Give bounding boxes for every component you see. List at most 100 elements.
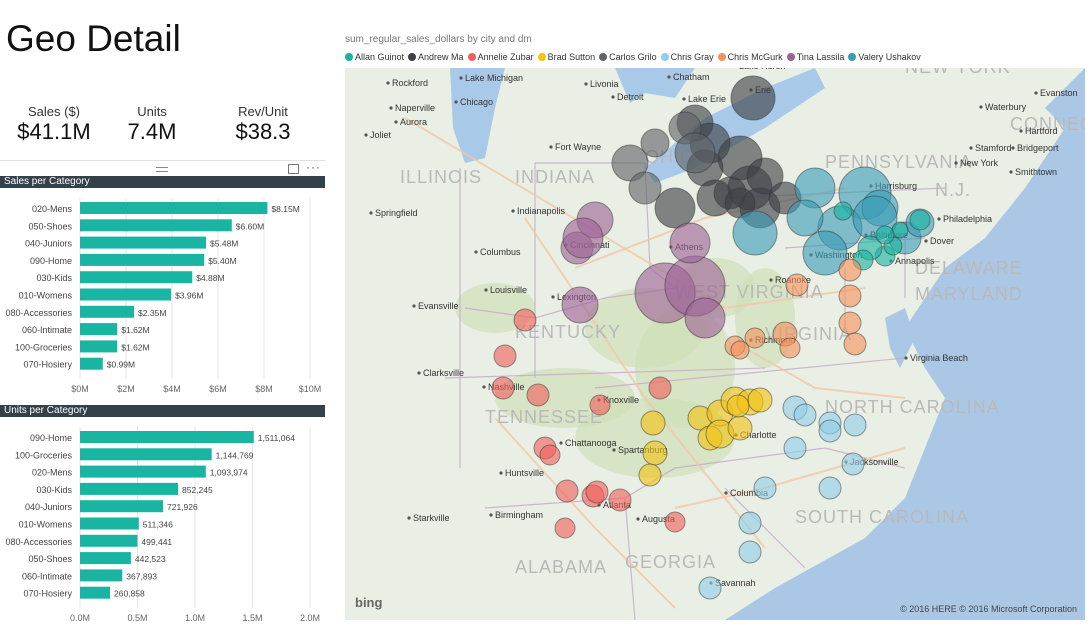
- city-label: Waterbury: [985, 102, 1027, 112]
- legend-item[interactable]: Carlos Grilo: [599, 52, 657, 62]
- city-label: Louisville: [490, 285, 527, 295]
- city-dot: [482, 385, 486, 389]
- state-label: N.J.: [935, 180, 971, 200]
- legend-item[interactable]: Chris McGurk: [717, 52, 783, 62]
- x-tick-label: $8M: [255, 384, 273, 394]
- legend-item[interactable]: Annelie Zubar: [467, 52, 534, 62]
- legend-item[interactable]: Tina Lassila: [786, 52, 844, 62]
- legend-item[interactable]: Valery Ushakov: [848, 52, 921, 62]
- sales-per-category-chart: $0M $2M $4M $6M $8M $10M 020-Mens $8.15M 050-Sho…: [5, 198, 322, 394]
- city-dot: [394, 120, 398, 124]
- map-bubble: [785, 273, 809, 297]
- kpi-rev-unit[interactable]: Rev/Unit $38.3: [213, 104, 313, 145]
- city-dot: [682, 97, 686, 101]
- map-canvas[interactable]: ILLINOIS INDIANAOHIO PENNSYLVANIAKENTUCKYW…: [345, 68, 1085, 620]
- x-tick-label: 2.0M: [300, 613, 320, 623]
- city-dot: [924, 239, 928, 243]
- map-bubble: [555, 479, 579, 503]
- map-bubble: [818, 419, 842, 443]
- data-label: $4.88M: [196, 273, 224, 283]
- map-bubble: [669, 222, 711, 264]
- legend-item[interactable]: Chris Gray: [660, 52, 714, 62]
- legend-item[interactable]: Andrew Ma: [408, 52, 464, 62]
- data-label: 1,511,064: [258, 433, 295, 443]
- city-dot: [937, 217, 941, 221]
- city-label: Stamford: [975, 143, 1012, 153]
- x-tick-label: $10M: [299, 384, 322, 394]
- kpi-units[interactable]: Units 7.4M: [102, 104, 202, 145]
- city-dot: [511, 209, 515, 213]
- bar: [80, 202, 268, 214]
- kpi-sales[interactable]: Sales ($) $41.1M: [4, 104, 104, 145]
- map-bubble: [513, 308, 537, 332]
- city-label: Columbus: [480, 247, 521, 257]
- legend-item[interactable]: Allan Guinot: [345, 52, 404, 62]
- drag-handle-icon[interactable]: [156, 167, 168, 172]
- city-dot: [407, 516, 411, 520]
- city-label: Birmingham: [495, 510, 543, 520]
- bubble-map[interactable]: ILLINOIS INDIANA OHIO PENNSYLVANIA KENTUCKY W…: [345, 68, 1085, 620]
- map-bubble: [753, 476, 777, 500]
- legend-item[interactable]: Brad Sutton: [537, 52, 595, 62]
- map-bubble: [526, 383, 550, 407]
- state-label: SOUTH CAROLINA: [795, 507, 969, 527]
- x-tick-label: $0M: [71, 384, 89, 394]
- bar: [80, 448, 212, 461]
- legend-dot-icon: [345, 53, 353, 61]
- city-dot: [369, 211, 373, 215]
- data-label: $8.15M: [271, 204, 299, 214]
- category-label: 080-Accessories: [5, 308, 72, 318]
- map-bubble: [654, 187, 696, 229]
- units-per-category-visual[interactable]: Units per Category 0.0M 0.5M 1.0M 1.5M 2.0M 0…: [0, 405, 325, 627]
- city-label: Chicago: [460, 97, 493, 107]
- city-label: Smithtown: [1015, 167, 1057, 177]
- bar: [80, 569, 123, 582]
- city-dot: [724, 491, 728, 495]
- city-dot: [904, 356, 908, 360]
- bar: [80, 271, 193, 284]
- more-options-icon[interactable]: ···: [306, 160, 321, 174]
- category-label: 010-Womens: [19, 291, 73, 301]
- x-tick-label: 0.5M: [127, 613, 147, 623]
- city-label: New York: [960, 158, 999, 168]
- city-label: Evanston: [1040, 88, 1078, 98]
- sales-per-category-visual[interactable]: Sales per Category $0M $2M $4M $6M $8M $10M 02…: [0, 176, 325, 402]
- city-label: Bridgeport: [1017, 143, 1059, 153]
- legend-label: Annelie Zubar: [477, 52, 534, 62]
- legend-label: Chris McGurk: [727, 52, 783, 62]
- map-bubble: [726, 394, 750, 418]
- data-label: 442,523: [135, 554, 166, 564]
- city-dot: [417, 371, 421, 375]
- focus-mode-icon[interactable]: [288, 164, 299, 174]
- legend-dot-icon: [467, 53, 476, 61]
- data-label: $3.96M: [175, 291, 203, 301]
- map-bubble: [674, 132, 716, 174]
- chart-title: Sales per Category: [0, 176, 325, 188]
- legend-dot-icon: [717, 53, 726, 61]
- map-bubble: [539, 444, 561, 466]
- city-dot: [667, 75, 671, 79]
- category-label: 100-Groceries: [15, 450, 73, 460]
- city-dot: [612, 448, 616, 452]
- data-label: $5.40M: [208, 256, 236, 266]
- category-label: 020-Mens: [32, 468, 73, 478]
- city-dot: [364, 133, 368, 137]
- data-label: $6.60M: [236, 221, 264, 231]
- map-bubble: [684, 297, 726, 339]
- bar: [80, 219, 232, 232]
- legend-label: Valery Ushakov: [858, 52, 921, 62]
- legend-label: Carlos Grilo: [609, 52, 657, 62]
- map-bubble: [875, 225, 895, 245]
- state-label: NORTH CAROLINA: [825, 397, 1000, 417]
- state-label: PENNSYLVANIA: [825, 152, 972, 172]
- map-title: sum_regular_sales_dollars by city and dm: [345, 34, 532, 45]
- bar: [80, 323, 118, 336]
- map-bubble: [628, 171, 662, 205]
- category-label: 010-Womens: [19, 520, 73, 530]
- x-tick-label: $6M: [209, 384, 227, 394]
- city-dot: [389, 106, 393, 110]
- kpi-label: Units: [137, 104, 167, 119]
- legend-label: Chris Gray: [670, 52, 714, 62]
- kpi-value: $41.1M: [17, 119, 91, 144]
- map-bubble: [738, 540, 762, 564]
